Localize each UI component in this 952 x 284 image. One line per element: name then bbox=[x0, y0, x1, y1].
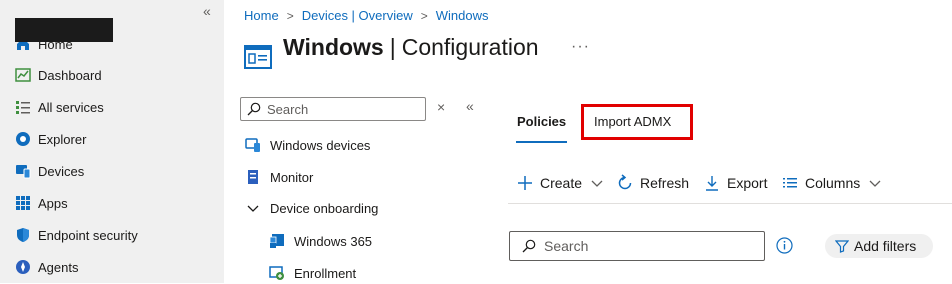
devices-icon bbox=[14, 162, 32, 180]
page-title-bold: Windows bbox=[283, 34, 384, 60]
all-services-icon bbox=[14, 98, 32, 116]
info-icon[interactable] bbox=[776, 237, 793, 254]
create-button[interactable]: Create bbox=[516, 173, 606, 193]
nav-item-label: Explorer bbox=[38, 131, 87, 147]
export-label: Export bbox=[727, 175, 768, 191]
nav-item-label: All services bbox=[38, 99, 104, 115]
menu-search-input[interactable]: Search bbox=[240, 97, 426, 121]
filter-icon bbox=[834, 239, 850, 253]
nav-item-label: Agents bbox=[38, 259, 79, 275]
nav-item-devices[interactable]: Devices bbox=[14, 159, 84, 183]
menu-search-placeholder: Search bbox=[267, 101, 309, 117]
menu-item-windows-365[interactable]: Windows 365 bbox=[268, 230, 372, 252]
policies-search-input[interactable]: Search bbox=[509, 231, 765, 261]
refresh-icon bbox=[616, 174, 634, 192]
nav-item-label: Dashboard bbox=[38, 67, 102, 83]
more-options-button[interactable]: ··· bbox=[571, 38, 590, 56]
breadcrumb-home[interactable]: Home bbox=[244, 8, 279, 23]
selected-tab-indicator bbox=[516, 141, 567, 143]
policies-search-placeholder: Search bbox=[544, 238, 589, 254]
left-navigation: « Home Dashboard All services Explorer D… bbox=[0, 0, 224, 283]
columns-button[interactable]: Columns bbox=[781, 173, 884, 193]
chevron-down-icon bbox=[244, 199, 262, 217]
menu-item-label: Enrollment bbox=[294, 265, 357, 281]
columns-icon bbox=[781, 174, 799, 192]
add-filters-button[interactable]: Add filters bbox=[825, 234, 933, 258]
menu-item-label: Device onboarding bbox=[270, 200, 379, 216]
tab-policies[interactable]: Policies bbox=[517, 114, 566, 129]
dashboard-icon bbox=[14, 66, 32, 84]
create-label: Create bbox=[540, 175, 583, 191]
nav-item-label: Devices bbox=[38, 163, 85, 179]
columns-label: Columns bbox=[805, 175, 861, 191]
menu-item-enrollment[interactable]: Enrollment bbox=[268, 262, 356, 284]
menu-item-label: Windows 365 bbox=[294, 233, 373, 249]
clear-search-button[interactable]: × bbox=[437, 99, 445, 115]
refresh-button[interactable]: Refresh bbox=[616, 173, 689, 193]
endpoint-security-icon bbox=[14, 226, 32, 244]
collapse-menu-button[interactable]: « bbox=[466, 98, 474, 114]
breadcrumb-separator: > bbox=[286, 8, 294, 23]
menu-item-label: Windows devices bbox=[270, 137, 371, 153]
chevron-down-icon bbox=[866, 174, 884, 192]
refresh-label: Refresh bbox=[640, 175, 690, 191]
search-icon bbox=[522, 239, 536, 253]
nav-item-label: Apps bbox=[38, 195, 68, 211]
chevron-down-icon bbox=[588, 174, 606, 192]
configuration-icon bbox=[244, 44, 272, 70]
collapse-nav-button[interactable]: « bbox=[203, 3, 211, 19]
nav-item-endpoint-security[interactable]: Endpoint security bbox=[14, 223, 138, 247]
nav-item-all-services[interactable]: All services bbox=[14, 95, 104, 119]
redaction-box bbox=[15, 18, 113, 42]
nav-item-apps[interactable]: Apps bbox=[14, 191, 68, 215]
download-icon bbox=[703, 174, 721, 192]
add-filters-label: Add filters bbox=[854, 238, 917, 254]
nav-item-explorer[interactable]: Explorer bbox=[14, 127, 86, 151]
breadcrumb-windows[interactable]: Windows bbox=[436, 8, 489, 23]
page-title: Windows | Configuration bbox=[283, 34, 539, 61]
windows-devices-icon bbox=[244, 136, 262, 154]
nav-item-agents[interactable]: Agents bbox=[14, 255, 78, 279]
enrollment-icon bbox=[268, 264, 286, 282]
breadcrumb-separator: > bbox=[420, 8, 428, 23]
breadcrumb: Home > Devices | Overview > Windows bbox=[244, 8, 488, 23]
plus-icon bbox=[516, 174, 534, 192]
nav-item-label: Endpoint security bbox=[38, 227, 138, 243]
search-icon bbox=[247, 102, 261, 116]
menu-item-windows-devices[interactable]: Windows devices bbox=[244, 134, 370, 156]
page-title-rest: Configuration bbox=[401, 34, 539, 60]
page-title-separator: | bbox=[389, 34, 396, 60]
apps-icon bbox=[14, 194, 32, 212]
export-button[interactable]: Export bbox=[703, 173, 767, 193]
menu-item-monitor[interactable]: Monitor bbox=[244, 166, 313, 188]
nav-item-dashboard[interactable]: Dashboard bbox=[14, 63, 102, 87]
windows-365-icon bbox=[268, 232, 286, 250]
breadcrumb-devices-overview[interactable]: Devices | Overview bbox=[302, 8, 413, 23]
agents-icon bbox=[14, 258, 32, 276]
toolbar-divider bbox=[508, 203, 952, 204]
highlight-annotation bbox=[581, 104, 693, 140]
monitor-icon bbox=[244, 168, 262, 186]
menu-item-label: Monitor bbox=[270, 169, 314, 185]
menu-group-device-onboarding[interactable]: Device onboarding bbox=[244, 197, 378, 219]
explorer-icon bbox=[14, 130, 32, 148]
